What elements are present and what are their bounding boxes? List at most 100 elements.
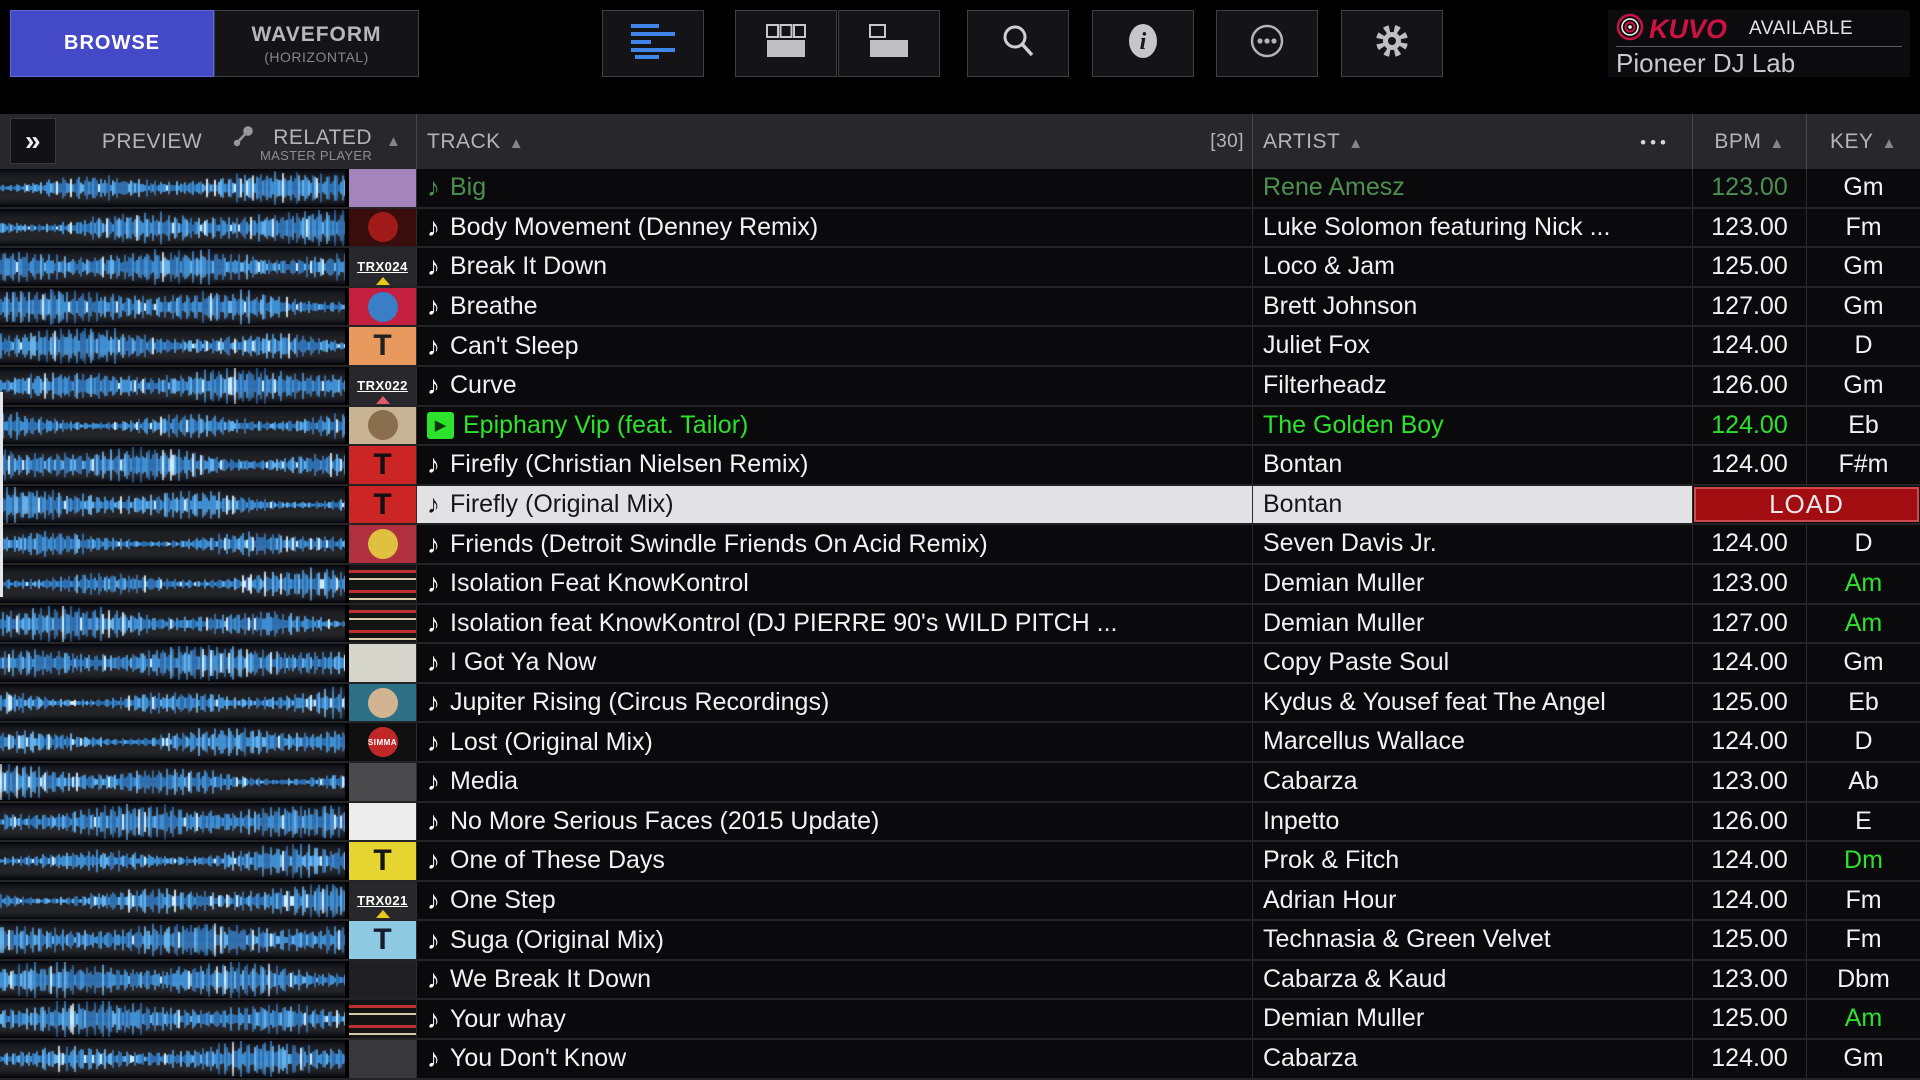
track-cell[interactable]: ♪ You Don't Know [416,1040,1252,1078]
waveform-preview[interactable] [0,842,345,880]
waveform-preview[interactable] [0,1040,345,1078]
column-header-related[interactable]: RELATED MASTER PLAYER ▲ [232,114,401,169]
waveform-preview[interactable] [0,366,345,405]
expand-panel-button[interactable]: » [10,118,56,164]
waveform-preview[interactable] [0,802,345,841]
grid-3-view-button[interactable] [735,10,837,77]
track-cell[interactable]: ♪ Can't Sleep [416,327,1252,365]
track-row[interactable]: ♪ Breathe Brett Johnson 127.00 Gm [0,287,1920,328]
track-row[interactable]: TRX022 ♪ Curve Filterheadz 126.00 Gm [0,366,1920,407]
track-row[interactable]: ♪ Isolation Feat KnowKontrol Demian Muller… [0,564,1920,605]
column-header-preview[interactable]: PREVIEW [92,114,212,169]
more-options-button[interactable] [1216,10,1318,77]
track-row[interactable]: SIMMA ♪ Lost (Original Mix) Marcellus Walla… [0,723,1920,763]
track-cell[interactable]: ♪ Body Movement (Denney Remix) [416,208,1252,247]
album-art [349,683,416,722]
search-button[interactable] [967,10,1069,77]
column-header-key[interactable]: KEY ▲ [1806,114,1920,169]
track-cell[interactable]: ♪ Friends (Detroit Swindle Friends On Aci… [416,525,1252,563]
track-row[interactable]: ▶ Epiphany Vip (feat. Tailor) The Golden B… [0,406,1920,447]
column-header-bpm[interactable]: BPM ▲ [1692,114,1806,169]
column-options-icon[interactable]: ••• [1640,115,1670,170]
header-left-section: » PREVIEW RELATED MASTER PLAYER ▲ [0,114,416,169]
track-cell[interactable]: ♪ Isolation Feat KnowKontrol [416,564,1252,603]
waveform-preview[interactable] [0,525,345,563]
column-header-artist[interactable]: ARTIST ▲ ••• [1252,114,1692,169]
album-art [349,762,416,801]
waveform-preview[interactable] [0,683,345,722]
waveform-preview[interactable] [0,406,345,445]
playing-icon: ▶ [427,411,454,439]
track-cell[interactable]: ♪ I Got Ya Now [416,644,1252,682]
track-cell[interactable]: ♪ Isolation feat KnowKontrol (DJ PIERRE 9… [416,604,1252,643]
track-row[interactable]: T ♪ Firefly (Christian Nielsen Remix) Bonta… [0,446,1920,486]
browse-tab[interactable]: BROWSE [10,10,214,77]
track-row[interactable]: ♪ Isolation feat KnowKontrol (DJ PIERRE 9… [0,604,1920,645]
track-row[interactable]: ♪ Body Movement (Denney Remix) Luke Solomo… [0,208,1920,249]
track-row[interactable]: T ♪ Can't Sleep Juliet Fox 124.00 D [0,327,1920,367]
track-bpm: 123.00 [1692,169,1806,207]
waveform-preview[interactable] [0,446,345,484]
waveform-preview[interactable] [0,485,345,524]
track-cell[interactable]: ♪ Firefly (Original Mix) [416,485,1252,524]
track-cell[interactable]: ♪ Suga (Original Mix) [416,921,1252,959]
track-cell[interactable]: ♪ Lost (Original Mix) [416,723,1252,761]
settings-button[interactable] [1341,10,1443,77]
track-cell[interactable]: ▶ Epiphany Vip (feat. Tailor) [416,406,1252,445]
track-cell[interactable]: ♪ Firefly (Christian Nielsen Remix) [416,446,1252,484]
list-view-button[interactable] [602,10,704,77]
waveform-preview[interactable] [0,960,345,999]
track-row[interactable]: ♪ Your whay Demian Muller 125.00 Am [0,1000,1920,1041]
waveform-tab[interactable]: WAVEFORM (HORIZONTAL) [214,10,419,77]
track-row[interactable]: ♪ We Break It Down Cabarza & Kaud 123.00 Dbm [0,960,1920,1001]
waveform-preview[interactable] [0,921,345,959]
waveform-preview[interactable] [0,287,345,326]
track-cell[interactable]: ♪ Jupiter Rising (Circus Recordings) [416,683,1252,722]
track-cell[interactable]: ♪ We Break It Down [416,960,1252,999]
track-row[interactable]: ♪ No More Serious Faces (2015 Update) Inpe… [0,802,1920,843]
load-button[interactable]: LOAD [1692,485,1920,524]
track-row[interactable]: ♪ You Don't Know Cabarza 124.00 Gm [0,1040,1920,1080]
scroll-position-indicator[interactable] [0,392,3,597]
track-artist: Prok & Fitch [1252,842,1692,880]
track-cell[interactable]: ♪ Curve [416,366,1252,405]
info-button[interactable]: i [1092,10,1194,77]
track-cell[interactable]: ♪ No More Serious Faces (2015 Update) [416,802,1252,841]
track-row[interactable]: T ♪ Suga (Original Mix) Technasia & Green V… [0,921,1920,961]
track-cell[interactable]: ♪ One Step [416,881,1252,920]
track-cell[interactable]: ♪ Break It Down [416,248,1252,286]
track-cell[interactable]: ♪ Big [416,169,1252,207]
column-header-track[interactable]: TRACK ▲ [30] [416,114,1252,169]
track-cell[interactable]: ♪ Your whay [416,1000,1252,1039]
note-icon: ♪ [427,1043,440,1074]
track-row[interactable]: T ♪ One of These Days Prok & Fitch 124.00 Dm [0,842,1920,882]
track-row[interactable]: ♪ Media Cabarza 123.00 Ab [0,762,1920,803]
track-row[interactable]: T ♪ Firefly (Original Mix) Bontan LOAD [0,485,1920,526]
waveform-preview[interactable] [0,762,345,801]
track-cell[interactable]: ♪ Media [416,762,1252,801]
track-row[interactable]: TRX021 ♪ One Step Adrian Hour 124.00 Fm [0,881,1920,922]
waveform-preview[interactable] [0,644,345,682]
waveform-preview[interactable] [0,327,345,365]
track-cell[interactable]: ♪ One of These Days [416,842,1252,880]
waveform-preview[interactable] [0,208,345,247]
track-cell[interactable]: ♪ Breathe [416,287,1252,326]
waveform-preview[interactable] [0,881,345,920]
track-title: Breathe [450,292,538,321]
split-view-button[interactable] [838,10,940,77]
album-art: TRX024 [349,248,416,286]
waveform-preview[interactable] [0,248,345,286]
waveform-preview[interactable] [0,1000,345,1039]
waveform-preview[interactable] [0,723,345,761]
track-artist: Loco & Jam [1252,248,1692,286]
track-row[interactable]: ♪ Friends (Detroit Swindle Friends On Aci… [0,525,1920,565]
track-row[interactable]: ♪ I Got Ya Now Copy Paste Soul 124.00 Gm [0,644,1920,684]
track-row[interactable]: TRX024 ♪ Break It Down Loco & Jam 125.00 Gm [0,248,1920,288]
waveform-preview[interactable] [0,169,345,207]
track-row[interactable]: ♪ Big Rene Amesz 123.00 Gm [0,169,1920,209]
track-key: Fm [1806,208,1920,247]
waveform-preview[interactable] [0,564,345,603]
track-row[interactable]: ♪ Jupiter Rising (Circus Recordings) Kydus… [0,683,1920,724]
note-icon: ♪ [427,370,440,401]
waveform-preview[interactable] [0,604,345,643]
